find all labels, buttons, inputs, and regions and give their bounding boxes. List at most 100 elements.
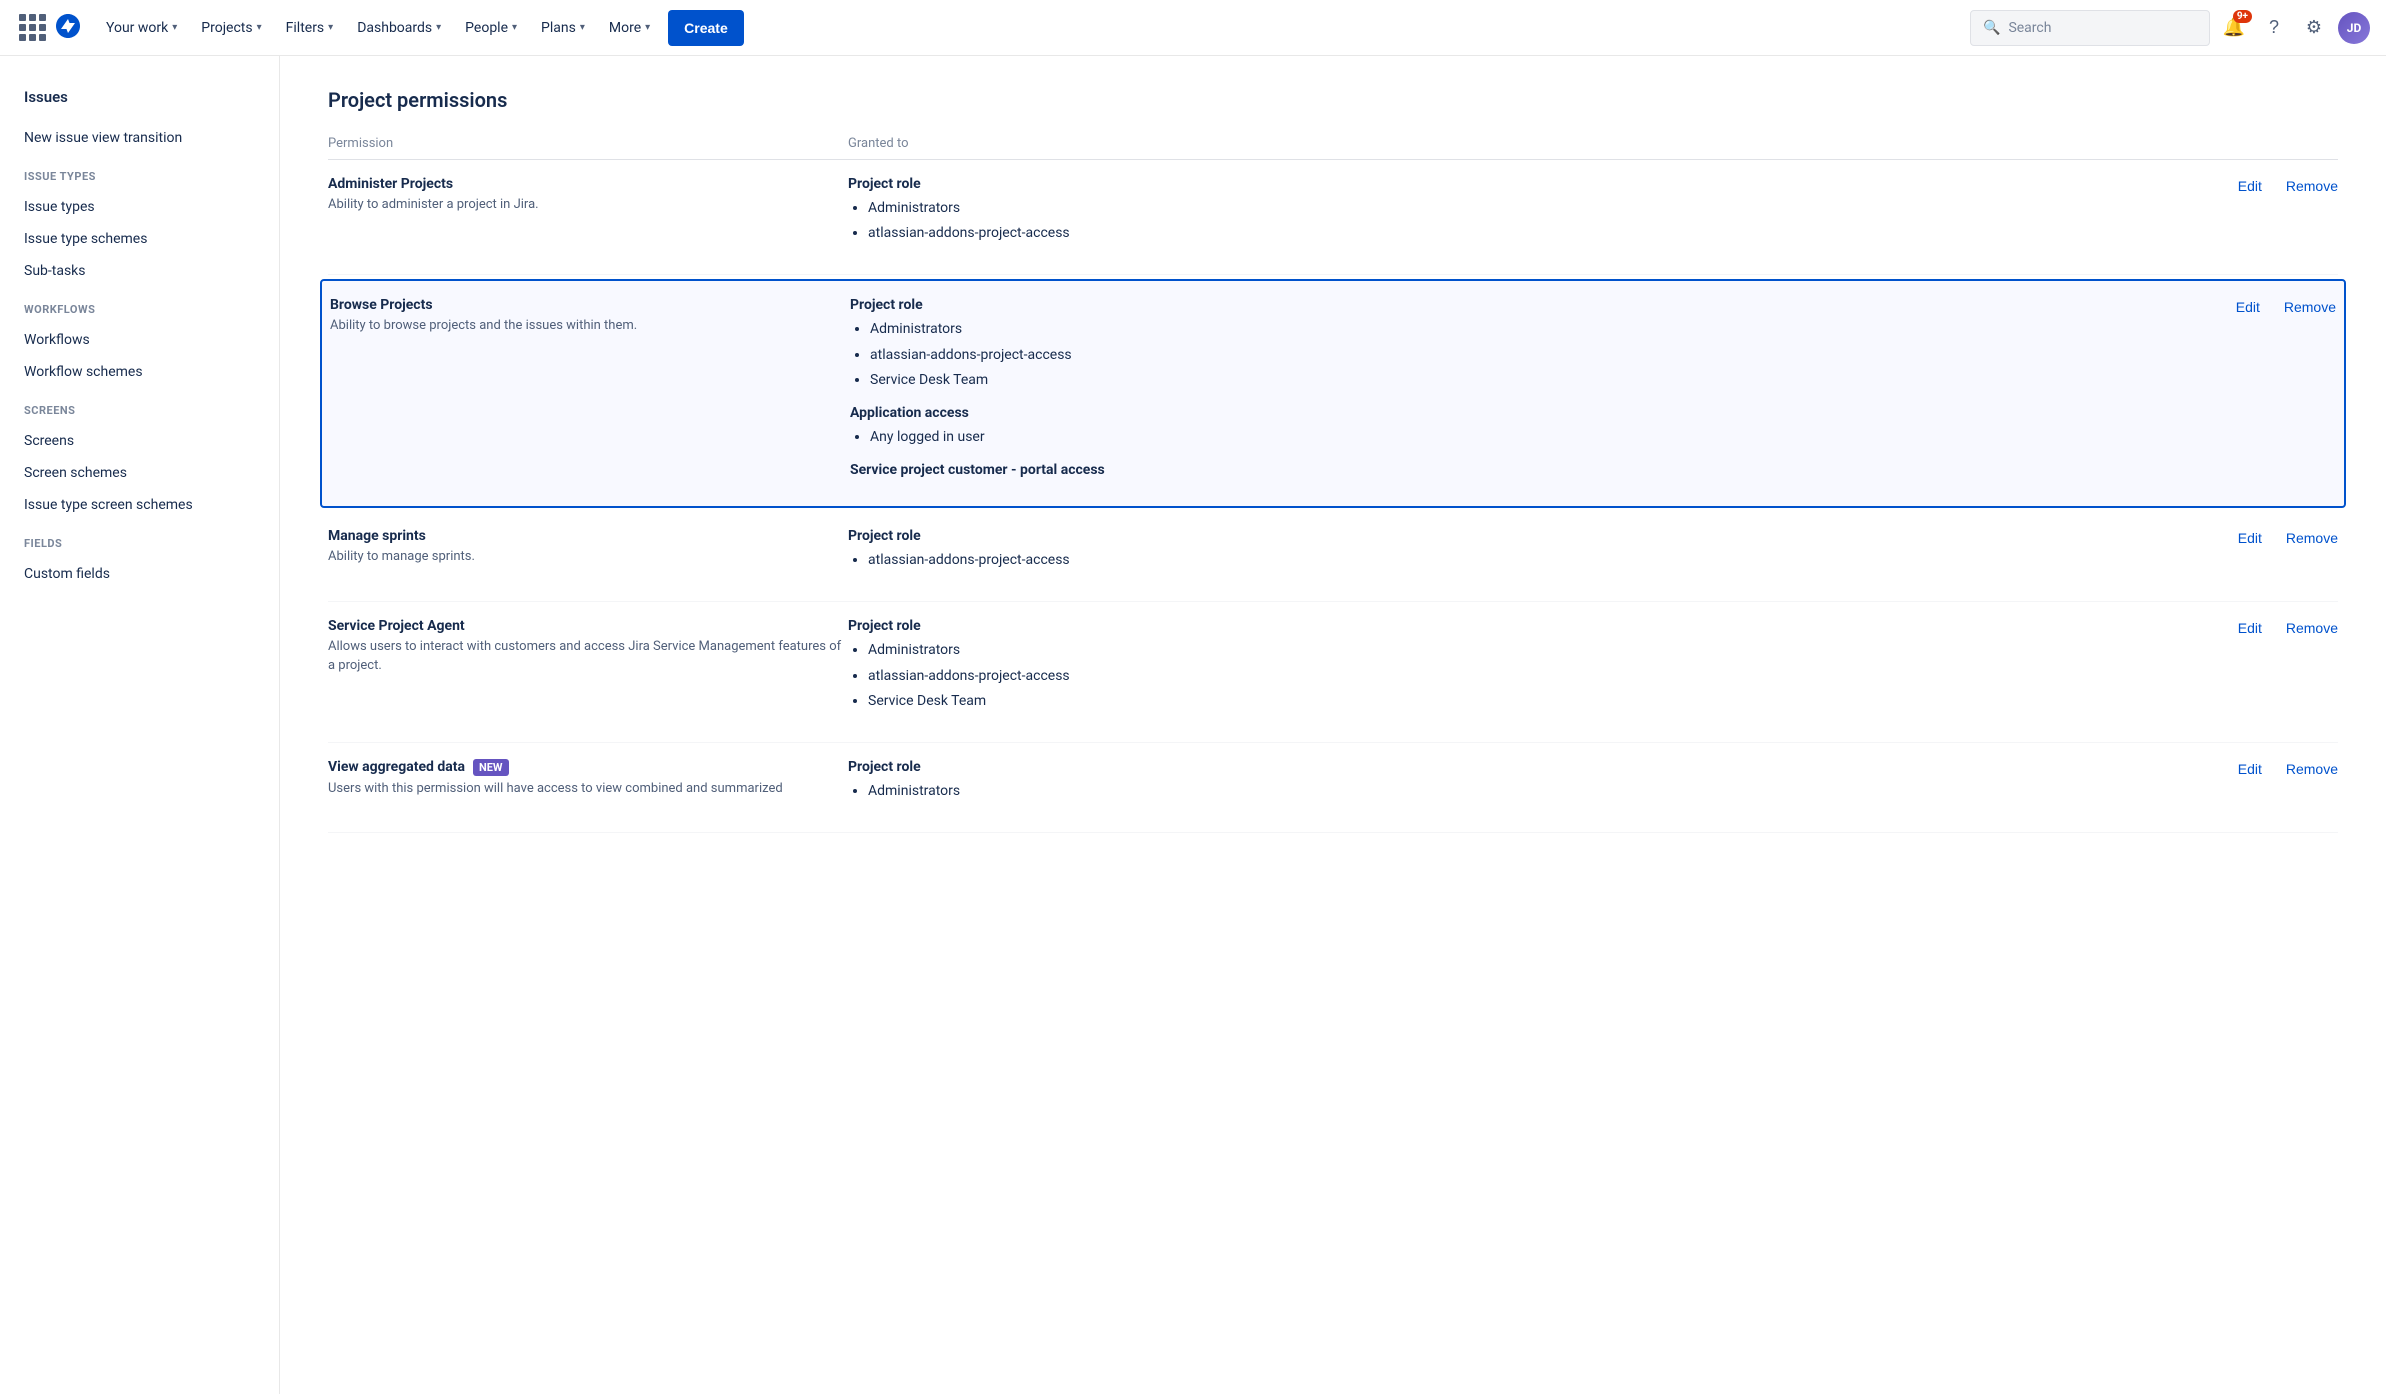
nav-dashboards[interactable]: Dashboards ▾	[347, 8, 451, 48]
permission-description: Users with this permission will have acc…	[328, 780, 848, 798]
nav-plans[interactable]: Plans ▾	[531, 8, 595, 48]
chevron-down-icon: ▾	[512, 22, 517, 33]
permission-actions: Edit Remove	[2238, 528, 2338, 546]
sidebar-item-workflow-schemes[interactable]: Workflow schemes	[0, 356, 279, 388]
remove-button[interactable]: Remove	[2286, 620, 2338, 636]
permission-name: Browse Projects	[330, 297, 850, 313]
nav-your-work[interactable]: Your work ▾	[96, 8, 187, 48]
search-placeholder: Search	[2008, 20, 2051, 36]
chevron-down-icon: ▾	[436, 22, 441, 33]
notifications-button[interactable]: 🔔 9+	[2218, 12, 2250, 44]
granted-cell: Project roleAdministratorsatlassian-addo…	[848, 618, 2238, 726]
sidebar-item-issue-type-screen-schemes[interactable]: Issue type screen schemes	[0, 489, 279, 521]
table-row: View aggregated dataNEW Users with this p…	[328, 743, 2338, 833]
sidebar-item-sub-tasks[interactable]: Sub-tasks	[0, 255, 279, 287]
edit-button[interactable]: Edit	[2238, 620, 2262, 636]
granted-cell: Project role atlassian-addons-project-acc…	[848, 528, 2238, 585]
granted-list: Administratorsatlassian-addons-project-a…	[848, 196, 2238, 246]
permission-description: Ability to manage sprints.	[328, 548, 848, 566]
permission-name: Manage sprints	[328, 528, 848, 544]
edit-button[interactable]: Edit	[2236, 299, 2260, 315]
new-badge: NEW	[473, 759, 509, 776]
granted-section-title: Project role	[850, 297, 2236, 313]
nav-right: 🔍 Search 🔔 9+ ? ⚙ JD	[1970, 10, 2370, 46]
nav-projects[interactable]: Projects ▾	[191, 8, 271, 48]
nav-filters[interactable]: Filters ▾	[276, 8, 344, 48]
permission-description: Ability to administer a project in Jira.	[328, 196, 848, 214]
grid-icon	[19, 14, 46, 41]
create-button[interactable]: Create	[668, 10, 744, 46]
table-row: Service Project AgentAllows users to int…	[328, 602, 2338, 743]
sidebar-item-issue-types[interactable]: Issue types	[0, 191, 279, 223]
main-content: Project permissions Permission Granted t…	[280, 56, 2386, 1394]
granted-section-title: Project role	[848, 759, 2238, 775]
granted-section-title: Project role	[848, 176, 2238, 192]
remove-button[interactable]: Remove	[2286, 530, 2338, 546]
remove-button[interactable]: Remove	[2286, 178, 2338, 194]
chevron-down-icon: ▾	[172, 22, 177, 33]
chevron-down-icon: ▾	[645, 22, 650, 33]
granted-cell: Project role Administrators	[848, 759, 2238, 816]
list-item: Administrators	[868, 779, 2238, 804]
sidebar-item-custom-fields[interactable]: Custom fields	[0, 558, 279, 590]
chevron-down-icon: ▾	[328, 22, 333, 33]
sidebar: Issues New issue view transition ISSUE T…	[0, 56, 280, 1394]
permission-actions: Edit Remove	[2238, 176, 2338, 194]
sidebar-section-issue-types: ISSUE TYPES	[0, 154, 279, 191]
sidebar-item-issues[interactable]: Issues	[0, 80, 279, 122]
granted-section: Project role Administrators	[848, 759, 2238, 804]
permission-actions: Edit Remove	[2238, 618, 2338, 636]
logo[interactable]	[52, 10, 84, 46]
edit-button[interactable]: Edit	[2238, 761, 2262, 777]
sidebar-item-new-issue-view-transition[interactable]: New issue view transition	[0, 122, 279, 154]
list-item: Service Desk Team	[870, 368, 2236, 393]
sidebar-item-screen-schemes[interactable]: Screen schemes	[0, 457, 279, 489]
permissions-table: Administer ProjectsAbility to administer…	[328, 160, 2338, 833]
help-button[interactable]: ?	[2258, 12, 2290, 44]
sidebar-item-issue-type-schemes[interactable]: Issue type schemes	[0, 223, 279, 255]
granted-section: Project role Administratorsatlassian-addo…	[850, 297, 2236, 393]
nav-people[interactable]: People ▾	[455, 8, 527, 48]
sidebar-item-screens[interactable]: Screens	[0, 425, 279, 457]
table-row: Browse Projects Ability to browse project…	[320, 279, 2346, 508]
column-header-granted: Granted to	[848, 136, 2338, 151]
list-item: atlassian-addons-project-access	[868, 221, 2238, 246]
list-item: Administrators	[868, 196, 2238, 221]
granted-section-title: Application access	[850, 405, 2236, 421]
permission-description: Ability to browse projects and the issue…	[330, 317, 850, 335]
search-box[interactable]: 🔍 Search	[1970, 10, 2210, 46]
list-item: atlassian-addons-project-access	[870, 343, 2236, 368]
granted-list: Administratorsatlassian-addons-project-a…	[850, 317, 2236, 393]
chevron-down-icon: ▾	[257, 22, 262, 33]
list-item: Service Desk Team	[868, 689, 2238, 714]
list-item: atlassian-addons-project-access	[868, 548, 2238, 573]
remove-button[interactable]: Remove	[2286, 761, 2338, 777]
list-item: Administrators	[868, 638, 2238, 663]
sidebar-section-fields: FIELDS	[0, 521, 279, 558]
app-grid-button[interactable]	[16, 12, 48, 44]
edit-button[interactable]: Edit	[2238, 178, 2262, 194]
permission-cell: Manage sprints Ability to manage sprints.	[328, 528, 848, 566]
granted-section: Project role Administratorsatlassian-addo…	[848, 176, 2238, 246]
permission-name: View aggregated dataNEW	[328, 759, 848, 776]
settings-button[interactable]: ⚙	[2298, 12, 2330, 44]
avatar[interactable]: JD	[2338, 12, 2370, 44]
granted-section-title: Project role	[848, 528, 2238, 544]
page-title: Project permissions	[328, 88, 2338, 112]
list-item: atlassian-addons-project-access	[868, 664, 2238, 689]
permission-actions: Edit Remove	[2236, 297, 2336, 315]
granted-list: atlassian-addons-project-access	[848, 548, 2238, 573]
sidebar-section-workflows: WORKFLOWS	[0, 287, 279, 324]
sidebar-item-workflows[interactable]: Workflows	[0, 324, 279, 356]
notification-badge: 9+	[2233, 10, 2252, 23]
sidebar-section-screens: SCREENS	[0, 388, 279, 425]
granted-section: Application accessAny logged in user	[850, 405, 2236, 450]
granted-cell: Project role Administratorsatlassian-addo…	[848, 176, 2238, 258]
permission-cell: Browse Projects Ability to browse project…	[330, 297, 850, 335]
nav-more[interactable]: More ▾	[599, 8, 660, 48]
remove-button[interactable]: Remove	[2284, 299, 2336, 315]
topnav: Your work ▾ Projects ▾ Filters ▾ Dashboa…	[0, 0, 2386, 56]
chevron-down-icon: ▾	[580, 22, 585, 33]
edit-button[interactable]: Edit	[2238, 530, 2262, 546]
granted-cell: Project role Administratorsatlassian-addo…	[850, 297, 2236, 490]
